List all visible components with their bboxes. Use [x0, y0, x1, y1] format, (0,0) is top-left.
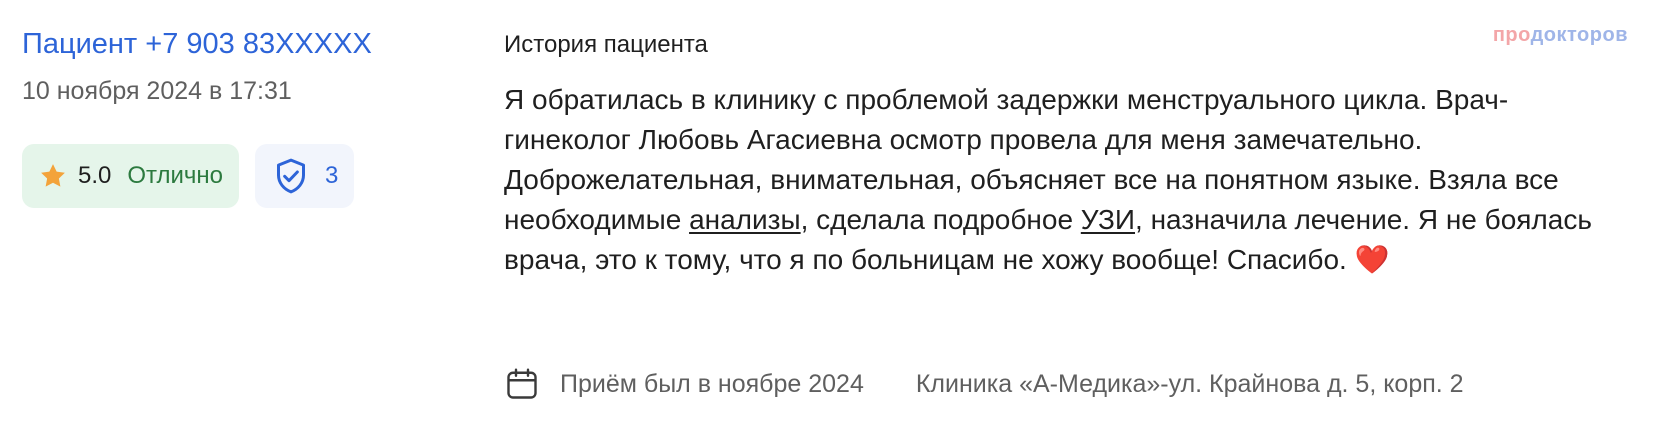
- rating-label: Отлично: [127, 162, 224, 189]
- visit-date: Приём был в ноябре 2024: [560, 369, 864, 398]
- review-text: Я обратилась в клинику с проблемой задер…: [504, 80, 1614, 280]
- shield-check-icon: [277, 158, 306, 194]
- review-footer: Приём был в ноябре 2024 Клиника «А-Медик…: [504, 366, 1464, 402]
- clinic-link[interactable]: Клиника «А-Медика»-ул. Крайнова д. 5, ко…: [916, 370, 1464, 399]
- rating-badge: 5.0 Отлично: [22, 144, 240, 208]
- rating-value: 5.0: [78, 162, 112, 189]
- review-body: История пациента Я обратилась в клинику …: [504, 28, 1634, 280]
- review-title: История пациента: [504, 31, 708, 58]
- trust-count: 3: [325, 162, 339, 189]
- author-name-link[interactable]: Пациент +7 903 83XXXXX: [22, 24, 442, 64]
- review-date: 10 ноября 2024 в 17:31: [22, 77, 292, 105]
- ultrasound-link[interactable]: УЗИ: [1081, 204, 1135, 235]
- tests-link[interactable]: анализы: [689, 204, 801, 235]
- heart-emoji: ❤️: [1354, 244, 1390, 275]
- star-icon: [41, 164, 65, 187]
- review-text-segment-2: , сделала подробное: [800, 204, 1081, 235]
- badges-row: 5.0 Отлично 3: [22, 144, 442, 208]
- calendar-icon: [507, 368, 537, 399]
- review-author-panel: Пациент +7 903 83XXXXX 10 ноября 2024 в …: [22, 24, 442, 208]
- trust-badge[interactable]: 3: [255, 144, 355, 208]
